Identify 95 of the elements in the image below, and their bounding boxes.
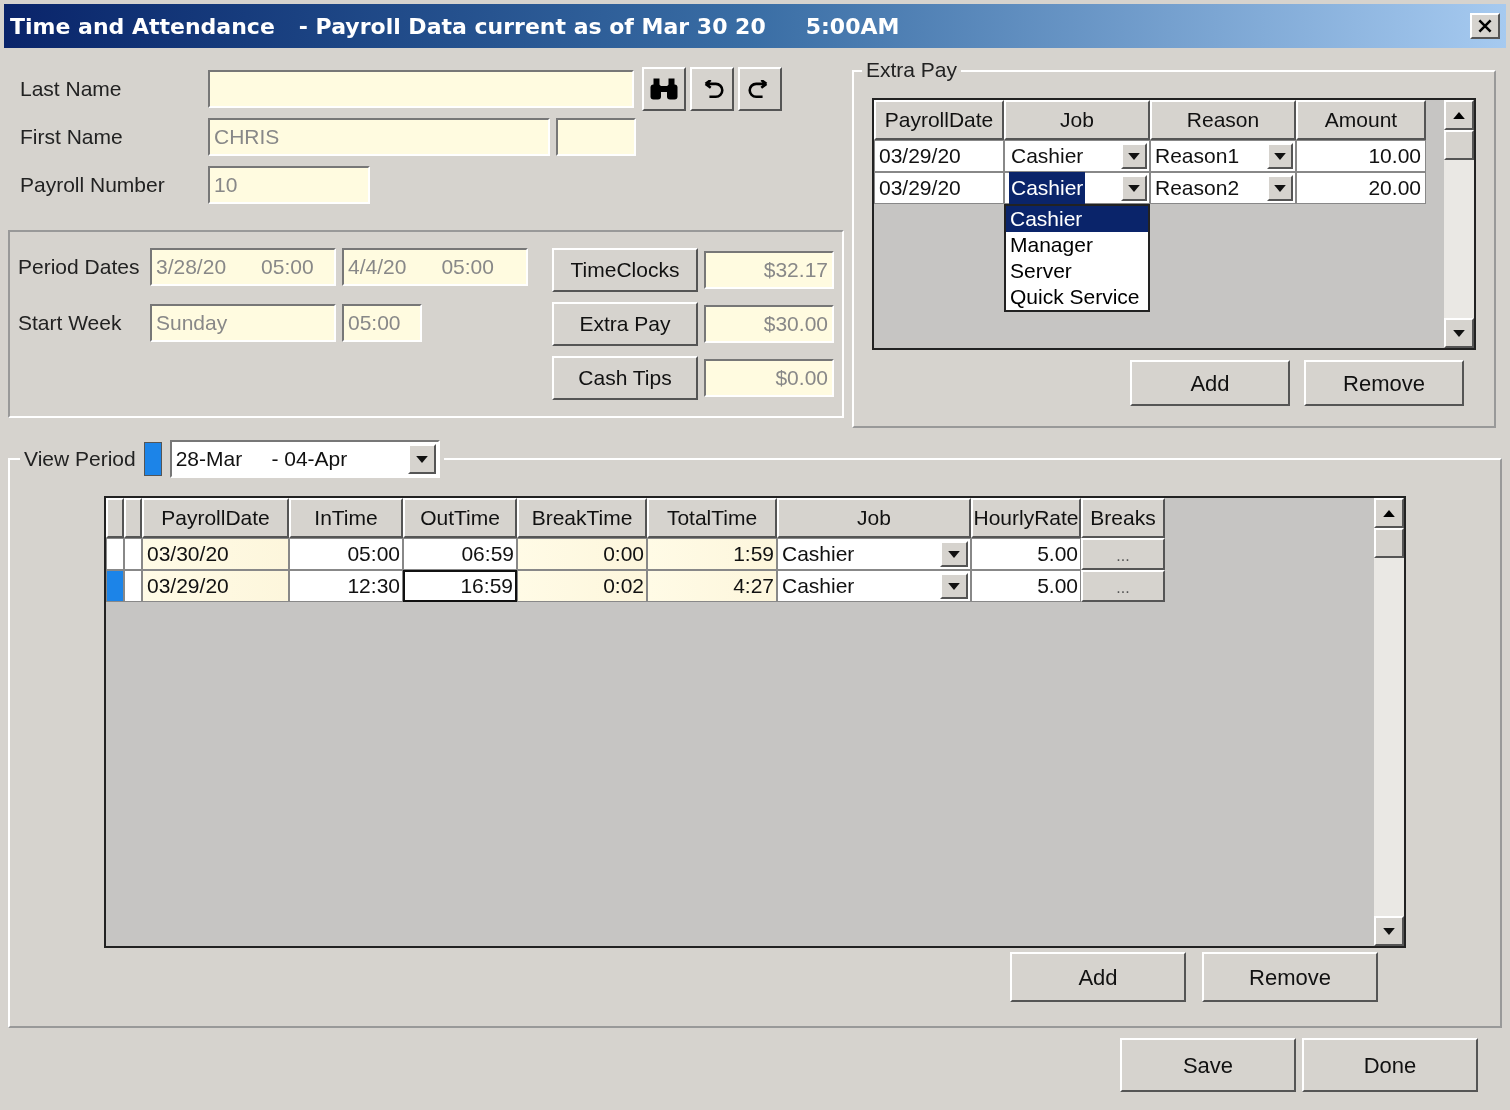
window-subtitle: - Payroll Data current as of Mar 30 20 bbox=[298, 12, 766, 41]
column-header[interactable]: OutTime bbox=[403, 498, 517, 538]
total-button[interactable]: Cash Tips bbox=[552, 356, 698, 400]
job-dropdown[interactable]: Cashier bbox=[1004, 172, 1150, 204]
row-header bbox=[106, 498, 124, 538]
dropdown-option[interactable]: Server bbox=[1006, 258, 1148, 284]
dropdown-value: 28-Mar - 04-Apr bbox=[175, 446, 348, 473]
field-label: Start Week bbox=[18, 310, 123, 337]
action-button[interactable]: Remove bbox=[1202, 952, 1378, 1002]
column-header[interactable]: Reason bbox=[1150, 100, 1296, 140]
caret-icon bbox=[1274, 184, 1286, 192]
color-swatch bbox=[143, 442, 162, 476]
field-label: Last Name bbox=[20, 76, 123, 103]
field-label: Payroll Number bbox=[20, 172, 166, 199]
table-cell[interactable]: 16:59 bbox=[403, 570, 517, 602]
up-arrow-icon bbox=[1453, 111, 1465, 119]
scroll-thumb[interactable] bbox=[1444, 130, 1474, 160]
column-header[interactable]: PayrollDate bbox=[142, 498, 289, 538]
column-header[interactable]: Breaks bbox=[1081, 498, 1165, 538]
group-title: View Period bbox=[24, 446, 136, 473]
job-dropdown[interactable]: Cashier bbox=[777, 570, 971, 602]
table-cell: 12:30 bbox=[289, 570, 403, 602]
column-header[interactable]: Job bbox=[1004, 100, 1150, 140]
dropdown-option[interactable]: Quick Service bbox=[1006, 284, 1148, 310]
job-dropdown[interactable]: Cashier bbox=[1004, 140, 1150, 172]
caret-icon bbox=[1274, 152, 1286, 160]
dropdown-value: Reason2 bbox=[1155, 175, 1240, 202]
column-header[interactable]: BreakTime bbox=[517, 498, 647, 538]
row-header-cell bbox=[124, 570, 142, 602]
action-button[interactable]: Save bbox=[1120, 1038, 1296, 1092]
action-button[interactable]: Add bbox=[1010, 952, 1186, 1002]
table-cell: 1:59 bbox=[647, 538, 777, 570]
table-cell: 5.00 bbox=[971, 538, 1081, 570]
window-title: Time and Attendance bbox=[10, 12, 275, 41]
action-button[interactable]: Add bbox=[1130, 360, 1290, 406]
table-cell: 03/30/20 bbox=[142, 538, 289, 570]
dropdown-value: Cashier bbox=[782, 573, 855, 600]
breaks-button[interactable]: ... bbox=[1081, 570, 1165, 602]
close-button[interactable] bbox=[1470, 13, 1500, 39]
window-time: 5:00AM bbox=[805, 12, 900, 41]
column-header[interactable]: TotalTime bbox=[647, 498, 777, 538]
table-cell: 05:00 bbox=[289, 538, 403, 570]
column-header[interactable]: InTime bbox=[289, 498, 403, 538]
caret-icon bbox=[948, 550, 960, 558]
table-cell: 03/29/20 bbox=[874, 172, 1004, 204]
undo-button[interactable] bbox=[690, 67, 734, 111]
table-cell: 4:27 bbox=[647, 570, 777, 602]
period-dropdown[interactable]: 28-Mar - 04-Apr bbox=[169, 440, 440, 478]
scrollbar[interactable] bbox=[1374, 498, 1404, 946]
row-header-cell bbox=[124, 538, 142, 570]
row-header bbox=[124, 498, 142, 538]
input-field[interactable] bbox=[208, 70, 634, 108]
input-field[interactable] bbox=[556, 118, 636, 156]
table-cell[interactable]: 06:59 bbox=[403, 538, 517, 570]
breaks-button[interactable]: ... bbox=[1081, 538, 1165, 570]
dropdown-value: Cashier bbox=[1010, 143, 1085, 170]
field-label: Period Dates bbox=[18, 254, 141, 281]
total-button[interactable]: Extra Pay bbox=[552, 302, 698, 346]
dropdown-value: Cashier bbox=[1009, 172, 1086, 204]
reason-dropdown[interactable]: Reason1 bbox=[1150, 140, 1296, 172]
up-arrow-icon bbox=[1383, 509, 1395, 517]
caret-icon bbox=[1383, 927, 1395, 935]
column-header[interactable]: Amount bbox=[1296, 100, 1426, 140]
search-button[interactable] bbox=[642, 67, 686, 111]
caret-icon bbox=[1128, 184, 1140, 192]
dropdown-value: Cashier bbox=[782, 541, 855, 568]
job-dropdown[interactable]: Cashier bbox=[777, 538, 971, 570]
dropdown-option[interactable]: Manager bbox=[1006, 232, 1148, 258]
table-cell: 0:02 bbox=[517, 570, 647, 602]
row-selector[interactable] bbox=[106, 538, 124, 570]
table-cell: 5.00 bbox=[971, 570, 1081, 602]
column-header[interactable]: PayrollDate bbox=[874, 100, 1004, 140]
dropdown-value: Reason1 bbox=[1155, 143, 1240, 170]
total-button[interactable]: TimeClocks bbox=[552, 248, 698, 292]
column-header[interactable]: HourlyRate bbox=[971, 498, 1081, 538]
scroll-thumb[interactable] bbox=[1374, 528, 1404, 558]
action-button[interactable]: Remove bbox=[1304, 360, 1464, 406]
caret-icon bbox=[1128, 152, 1140, 160]
reason-dropdown[interactable]: Reason2 bbox=[1150, 172, 1296, 204]
action-button[interactable]: Done bbox=[1302, 1038, 1478, 1092]
field-label: First Name bbox=[20, 124, 124, 151]
binoculars-icon bbox=[649, 77, 679, 101]
table-cell: 20.00 bbox=[1296, 172, 1426, 204]
table-cell: 03/29/20 bbox=[874, 140, 1004, 172]
dropdown-option[interactable]: Cashier bbox=[1006, 206, 1148, 232]
redo-button[interactable] bbox=[738, 67, 782, 111]
table-cell: 10.00 bbox=[1296, 140, 1426, 172]
table-cell: 0:00 bbox=[517, 538, 647, 570]
caret-icon bbox=[415, 455, 428, 463]
close-icon bbox=[1478, 19, 1492, 33]
table-cell: 03/29/20 bbox=[142, 570, 289, 602]
caret-icon bbox=[1453, 329, 1465, 337]
column-header[interactable]: Job bbox=[777, 498, 971, 538]
scrollbar[interactable] bbox=[1444, 100, 1474, 348]
caret-icon bbox=[948, 582, 960, 590]
